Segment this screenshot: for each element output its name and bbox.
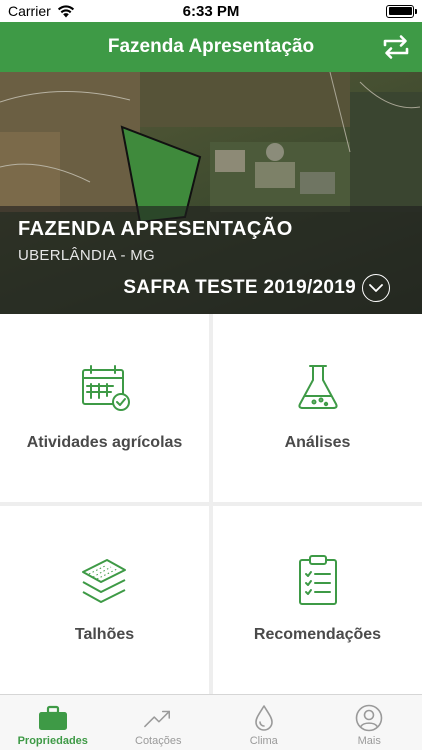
tab-mais[interactable]: Mais — [317, 695, 422, 750]
page-title: Fazenda Apresentação — [107, 36, 315, 57]
status-bar: Carrier 6:33 PM — [0, 0, 422, 22]
wifi-icon — [57, 4, 74, 17]
menu-item-label: Recomendações — [253, 626, 382, 643]
calendar-check-icon — [81, 365, 130, 411]
menu-grid: Atividades agrícolas Análises Talhões Re… — [0, 314, 422, 694]
flask-icon — [297, 365, 338, 409]
farm-hero: FAZENDA APRESENTAÇÃO UBERLÂNDIA - MG SAF… — [0, 72, 422, 314]
farm-name: FAZENDA APRESENTAÇÃO — [18, 218, 293, 240]
tab-clima[interactable]: Clima — [211, 695, 317, 750]
farm-location: UBERLÂNDIA - MG — [18, 247, 156, 264]
clipboard-list-icon — [298, 555, 337, 605]
tab-propriedades[interactable]: Propriedades — [0, 695, 106, 750]
tab-label: Cotações — [135, 735, 182, 747]
trend-up-icon — [143, 703, 173, 733]
season-selector[interactable]: SAFRA TESTE 2019/2019 — [123, 274, 390, 302]
menu-item-label: Talhões — [74, 626, 135, 643]
tab-label: Clima — [249, 735, 278, 747]
layers-icon — [81, 559, 126, 603]
menu-item-analises[interactable]: Análises — [213, 314, 422, 502]
menu-item-atividades[interactable]: Atividades agrícolas — [0, 314, 209, 502]
menu-item-label: Atividades agrícolas — [26, 434, 183, 451]
menu-item-talhoes[interactable]: Talhões — [0, 506, 209, 694]
season-label: SAFRA TESTE 2019/2019 — [123, 277, 356, 298]
swap-farm-button[interactable] — [380, 31, 412, 63]
briefcase-icon — [38, 703, 68, 733]
swap-arrows-icon — [383, 35, 409, 59]
menu-item-recomendacoes[interactable]: Recomendações — [213, 506, 422, 694]
nav-bar: Fazenda Apresentação — [0, 22, 422, 72]
user-icon — [354, 703, 384, 733]
battery-icon — [386, 4, 417, 18]
menu-item-label: Análises — [284, 434, 351, 451]
tab-label: Mais — [357, 735, 381, 747]
carrier-label: Carrier — [8, 3, 51, 19]
tab-cotacoes[interactable]: Cotações — [106, 695, 212, 750]
drop-icon — [249, 703, 279, 733]
tab-label: Propriedades — [17, 735, 88, 747]
status-left: Carrier — [8, 3, 75, 19]
chevron-down-icon — [362, 274, 390, 302]
tab-bar: Propriedades Cotações Clima Mais — [0, 694, 422, 750]
